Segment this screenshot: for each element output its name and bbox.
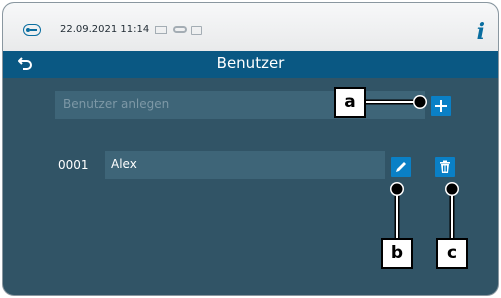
info-icon[interactable]: i — [477, 19, 485, 45]
delete-user-button[interactable] — [435, 157, 455, 177]
callout-c: c — [436, 238, 468, 269]
trash-icon — [440, 160, 450, 173]
pipe-icon — [173, 26, 187, 33]
create-user-placeholder: Benutzer anlegen — [63, 97, 170, 111]
user-id: 0001 — [58, 158, 89, 172]
pencil-icon — [396, 162, 406, 172]
user-name: Alex — [111, 157, 137, 171]
user-name-field[interactable]: Alex — [105, 151, 385, 179]
datetime: 22.09.2021 11:14 — [60, 24, 150, 35]
screenshot: 22.09.2021 11:14 i Benutzer Benutzer anl… — [0, 0, 501, 298]
document-icon — [155, 26, 167, 34]
printer-icon — [191, 26, 202, 35]
create-user-input[interactable]: Benutzer anlegen — [55, 91, 425, 119]
title-bar: Benutzer — [3, 51, 498, 78]
lock-icon[interactable] — [23, 24, 41, 36]
status-bar: 22.09.2021 11:14 i — [3, 3, 498, 52]
device-screen: 22.09.2021 11:14 i Benutzer Benutzer anl… — [2, 2, 499, 296]
callout-b: b — [381, 238, 413, 269]
page-title: Benutzer — [216, 54, 285, 72]
callout-a: a — [334, 87, 366, 118]
edit-user-button[interactable] — [391, 157, 411, 177]
add-user-button[interactable] — [431, 96, 451, 116]
